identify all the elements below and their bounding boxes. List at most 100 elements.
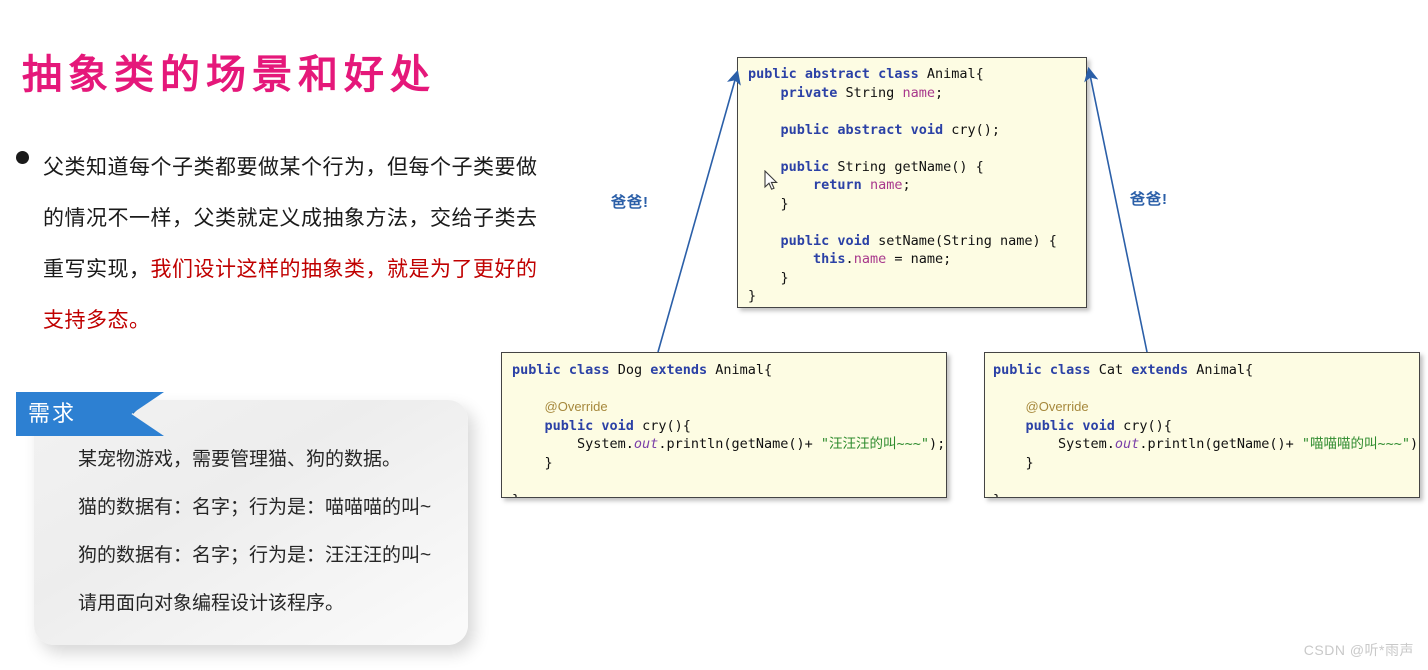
code-token: abstract <box>804 66 879 82</box>
code-token: cry(){ <box>642 417 691 434</box>
watermark: CSDN @听*雨声 <box>1303 642 1414 658</box>
code-line: this.name = name; <box>748 250 1086 269</box>
code-token: void <box>837 232 879 249</box>
arrow-dog-to-animal <box>657 69 741 353</box>
code-line: public class Cat extends Animal{ <box>993 361 1419 380</box>
code-token: class <box>878 66 927 82</box>
code-token: Cat <box>1098 362 1132 378</box>
code-token: public <box>780 158 838 175</box>
bullet-paragraph: 父类知道每个子类都要做某个行为，但每个子类要做的情况不一样，父类就定义成抽象方法… <box>16 142 546 346</box>
requirement-line: 猫的数据有：名字；行为是：喵喵喵的叫~ <box>78 497 432 518</box>
code-token: .println(getName()+ <box>1139 436 1302 452</box>
code-token: public <box>993 362 1050 378</box>
code-token: private <box>780 84 846 101</box>
code-token: this <box>813 251 846 267</box>
code-line <box>512 380 946 399</box>
code-line: public void cry(){ <box>993 417 1419 436</box>
code-token: public <box>780 232 838 249</box>
code-line: @Override <box>512 398 946 417</box>
code-token: } <box>512 492 520 498</box>
code-token: public <box>512 362 569 378</box>
code-token: void <box>601 417 643 434</box>
code-token: String getName() { <box>837 158 984 175</box>
code-box-animal: public abstract class Animal{ private St… <box>737 57 1087 308</box>
code-line: public abstract class Animal{ <box>748 65 1086 84</box>
page-title: 抽象类的场景和好处 <box>22 52 436 98</box>
code-line: public class Dog extends Animal{ <box>512 361 946 380</box>
code-token: Animal{ <box>1196 362 1254 378</box>
code-token: ); <box>929 436 946 452</box>
code-line <box>512 472 946 491</box>
code-line: } <box>993 491 1419 498</box>
code-token: } <box>993 492 1001 498</box>
code-token: class <box>568 362 618 378</box>
code-token: setName(String name) { <box>878 232 1057 249</box>
code-token: . <box>845 251 854 267</box>
code-token: } <box>993 454 1034 471</box>
code-line: } <box>512 491 946 498</box>
code-token: = name; <box>886 251 952 267</box>
code-line <box>993 380 1419 399</box>
code-token: cry(){ <box>1123 417 1172 434</box>
code-box-cat: public class Cat extends Animal{ @Overri… <box>984 352 1420 498</box>
code-token: Animal{ <box>926 66 984 82</box>
code-token: System. <box>993 436 1115 452</box>
code-token: public <box>780 121 838 138</box>
code-token: String <box>845 84 903 101</box>
code-line: } <box>748 195 1086 214</box>
code-token: return <box>813 177 870 193</box>
code-token: "汪汪汪的叫~~~" <box>820 436 930 452</box>
code-token: @Override <box>1025 399 1089 414</box>
bullet-dot-icon <box>16 151 29 164</box>
mouse-cursor-icon <box>764 170 778 190</box>
code-line <box>748 213 1086 232</box>
code-line <box>748 139 1086 158</box>
code-line: public void setName(String name) { <box>748 232 1086 251</box>
code-token: class <box>1049 362 1099 378</box>
code-token: public <box>1025 417 1083 434</box>
code-line: } <box>748 287 1086 306</box>
code-token: Dog <box>617 362 651 378</box>
code-token: void <box>910 121 952 138</box>
code-box-dog: public class Dog extends Animal{ @Overri… <box>501 352 947 498</box>
code-token: void <box>1082 417 1124 434</box>
code-token: extends <box>650 362 716 378</box>
code-line: public String getName() { <box>748 158 1086 177</box>
arrow-label-right: 爸爸! <box>1130 191 1168 208</box>
code-token: } <box>748 195 789 212</box>
code-token: "喵喵喵的叫~~~" <box>1301 436 1411 452</box>
code-token: ; <box>934 84 944 101</box>
arrow-label-left: 爸爸! <box>611 194 649 211</box>
code-token: name <box>902 84 935 101</box>
arrow-cat-to-animal <box>1084 66 1148 353</box>
bullet-text: 父类知道每个子类都要做某个行为，但每个子类要做的情况不一样，父类就定义成抽象方法… <box>43 142 546 346</box>
code-token: ); <box>1410 436 1419 452</box>
code-line: @Override <box>993 398 1419 417</box>
code-line <box>993 472 1419 491</box>
code-token: @Override <box>544 399 608 414</box>
code-token: } <box>748 269 789 286</box>
requirement-line: 狗的数据有：名字；行为是：汪汪汪的叫~ <box>78 545 432 566</box>
requirement-ribbon-label: 需求 <box>28 401 77 426</box>
code-token: ; <box>902 177 911 193</box>
code-line: } <box>512 454 946 473</box>
code-token: .println(getName()+ <box>658 436 821 452</box>
code-line: public void cry(){ <box>512 417 946 436</box>
requirement-line: 请用面向对象编程设计该程序。 <box>78 593 345 614</box>
code-token: abstract <box>837 121 911 138</box>
code-line: System.out.println(getName()+ "汪汪汪的叫~~~"… <box>512 435 946 454</box>
code-token: public <box>544 417 602 434</box>
code-token: out <box>633 436 659 452</box>
code-token: name <box>869 177 903 193</box>
code-line: } <box>748 269 1086 288</box>
